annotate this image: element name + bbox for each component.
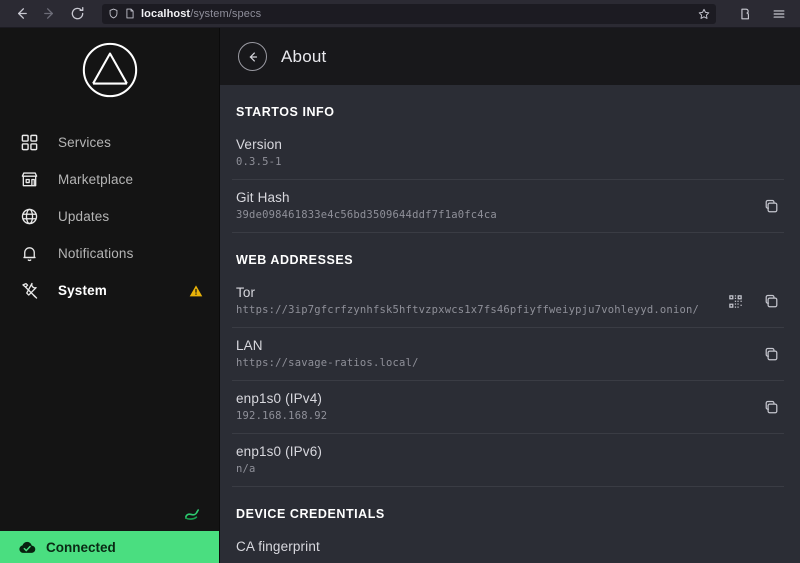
section-title-web-addresses: WEB ADDRESSES [236,253,354,267]
url-text[interactable]: localhost/system/specs [141,8,692,20]
row-actions [763,190,780,215]
browser-toolbar: localhost/system/specs [0,0,800,28]
browser-forward-button[interactable] [36,3,62,25]
row-value: 0.3.5-1 [236,156,282,168]
row-main: CA fingerprint [236,539,780,557]
info-row-version: Version 0.3.5-1 [232,127,784,180]
grid-icon [18,133,40,152]
sidebar-nav: Services Marketplace Updates Notificatio… [0,124,219,309]
sidebar-item-label: Marketplace [58,172,134,187]
row-value: https://savage-ratios.local/ [236,357,419,369]
section-rows-startos-info: Version 0.3.5-1 Git Hash 39de098461833e4… [232,127,784,233]
startos-logo[interactable] [0,28,219,112]
sidebar-item-marketplace[interactable]: Marketplace [0,161,219,198]
section-title-startos-info: STARTOS INFO [236,105,335,119]
row-label: enp1s0 (IPv4) [236,391,322,406]
browser-back-button[interactable] [8,3,34,25]
cloud-check-icon [18,540,36,555]
copy-icon[interactable] [763,346,780,363]
browser-chrome-right [724,3,792,25]
row-value: 39de098461833e4c56bd3509644ddf7f1a0fc4ca [236,209,497,221]
bell-icon [18,244,40,263]
row-main: Git Hash 39de098461833e4c56bd3509644ddf7… [236,190,763,222]
status-badge-connected[interactable]: Connected [0,531,219,563]
row-label: enp1s0 (IPv6) [236,444,322,459]
row-actions [728,285,780,310]
warning-triangle-icon [189,284,203,298]
copy-icon[interactable] [763,198,780,215]
sidebar-item-label: Services [58,135,111,150]
sidebar-item-services[interactable]: Services [0,124,219,161]
snake-mark-icon [0,497,219,531]
store-icon [18,170,40,189]
info-row-git-hash: Git Hash 39de098461833e4c56bd3509644ddf7… [232,180,784,233]
url-host: localhost [141,7,191,20]
row-value: n/a [236,463,256,475]
info-row-lan: LAN https://savage-ratios.local/ [232,328,784,381]
section-rows-device-credentials: CA fingerprint [232,529,784,563]
row-main: enp1s0 (IPv4) 192.168.168.92 [236,391,763,423]
info-row-ipv4: enp1s0 (IPv4) 192.168.168.92 [232,381,784,434]
shield-icon [108,8,119,19]
app-body: Services Marketplace Updates Notificatio… [0,28,800,563]
globe-icon [18,207,40,226]
sidebar-item-system[interactable]: System [0,272,219,309]
row-label: Git Hash [236,190,290,205]
row-main: Version 0.3.5-1 [236,137,780,169]
row-value: 192.168.168.92 [236,410,328,422]
main-panel: About STARTOS INFO Version 0.3.5-1 Git H… [220,28,800,563]
info-row-tor: Tor https://3ip7gfcrfzynhfsk5hftvzpxwcs1… [232,275,784,328]
row-label: Version [236,137,283,152]
star-icon[interactable] [698,8,710,20]
row-value: https://3ip7gfcrfzynhfsk5hftvzpxwcs1x7fs… [236,304,700,316]
row-main: LAN https://savage-ratios.local/ [236,338,763,370]
sidebar-item-label: Notifications [58,246,134,261]
extensions-icon[interactable] [732,3,758,25]
sidebar-item-label: Updates [58,209,110,224]
hamburger-menu-icon[interactable] [766,3,792,25]
sidebar-item-updates[interactable]: Updates [0,198,219,235]
row-actions [763,391,780,416]
status-label: Connected [46,539,116,555]
sidebar-item-notifications[interactable]: Notifications [0,235,219,272]
tools-icon [18,281,40,300]
sidebar-item-label: System [58,283,107,298]
page-icon [125,8,135,19]
row-label: Tor [236,285,256,300]
page-header: About [220,28,800,85]
info-row-ca-fingerprint: CA fingerprint [232,529,784,563]
browser-reload-button[interactable] [64,3,90,25]
qr-code-icon[interactable] [728,294,743,309]
row-actions [763,338,780,363]
copy-icon[interactable] [763,293,780,310]
url-bar[interactable]: localhost/system/specs [102,3,716,24]
info-row-ipv6: enp1s0 (IPv6) n/a [232,434,784,487]
about-content[interactable]: STARTOS INFO Version 0.3.5-1 Git Hash 39… [220,85,800,563]
section-rows-web-addresses: Tor https://3ip7gfcrfzynhfsk5hftvzpxwcs1… [232,275,784,487]
row-label: LAN [236,338,263,353]
row-main: Tor https://3ip7gfcrfzynhfsk5hftvzpxwcs1… [236,285,728,317]
row-main: enp1s0 (IPv6) n/a [236,444,780,476]
browser-window: localhost/system/specs Services Marketpl… [0,0,800,563]
page-title: About [281,46,327,66]
section-title-device-credentials: DEVICE CREDENTIALS [236,507,385,521]
back-button[interactable] [238,42,267,71]
sidebar: Services Marketplace Updates Notificatio… [0,28,220,563]
copy-icon[interactable] [763,399,780,416]
url-path: /system/specs [190,7,262,20]
row-label: CA fingerprint [236,539,320,554]
